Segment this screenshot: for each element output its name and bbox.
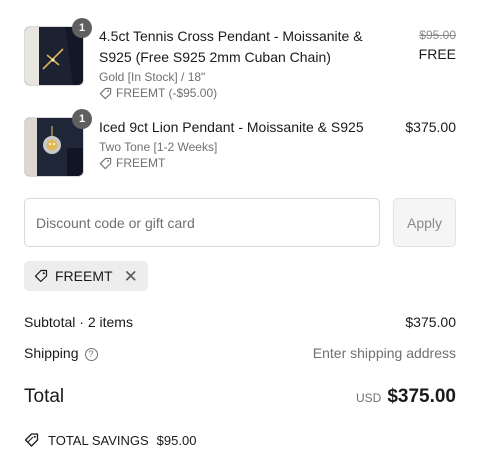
shipping-row: Shipping? Enter shipping address: [24, 344, 456, 362]
original-price: $95.00: [419, 28, 456, 42]
item-variant: Gold [In Stock] / 18": [99, 70, 206, 84]
savings-value: $95.00: [156, 432, 197, 448]
help-icon[interactable]: ?: [84, 347, 98, 361]
shipping-label: Shipping: [24, 345, 79, 361]
tag-icon: [34, 269, 48, 283]
applied-discount-chip: FREEMT ✕: [24, 261, 148, 291]
total-savings: TOTAL SAVINGS $95.00: [24, 432, 196, 448]
line-item: 1 Iced 9ct Lion Pendant - Moissanite & S…: [24, 109, 456, 177]
tag-icon: [99, 87, 112, 99]
discount-form: Apply: [24, 198, 456, 247]
savings-label: TOTAL SAVINGS: [48, 432, 149, 448]
item-discount-code: FREEMT (-$95.00): [116, 86, 218, 100]
total-label: Total: [24, 386, 65, 407]
item-discount: FREEMT: [99, 155, 389, 171]
subtotal-label: Subtotal · 2 items: [24, 314, 133, 330]
tag-icon: [24, 433, 39, 447]
total-value: $375.00: [387, 386, 456, 407]
discount-code-input[interactable]: [24, 198, 380, 247]
subtotal-value: $375.00: [405, 314, 456, 330]
final-price: FREE: [418, 46, 456, 62]
subtotal-row: Subtotal · 2 items $375.00: [24, 313, 456, 331]
item-title: 4.5ct Tennis Cross Pendant - Moissanite …: [99, 28, 363, 65]
remove-discount-icon[interactable]: ✕: [124, 268, 138, 285]
item-variant: Two Tone [1-2 Weeks]: [99, 140, 218, 154]
applied-discount-code: FREEMT: [55, 268, 113, 284]
shipping-label-group: Shipping?: [24, 345, 98, 361]
quantity-badge: 1: [72, 109, 92, 129]
total-row: Total USD $375.00: [24, 384, 456, 410]
currency-code: USD: [355, 391, 382, 405]
final-price: $375.00: [405, 119, 456, 135]
item-price: $95.00 FREE: [419, 26, 456, 64]
item-price: $375.00: [405, 117, 456, 137]
item-discount-code: FREEMT: [116, 156, 166, 170]
line-item: 1 4.5ct Tennis Cross Pendant - Moissanit…: [24, 18, 456, 102]
tag-icon: [99, 157, 112, 169]
item-title: Iced 9ct Lion Pendant - Moissanite & S92…: [99, 119, 364, 135]
shipping-value: Enter shipping address: [312, 345, 456, 361]
apply-button[interactable]: Apply: [393, 198, 456, 247]
item-discount: FREEMT (-$95.00): [99, 85, 389, 101]
total-amount-group: USD $375.00: [356, 386, 456, 408]
quantity-badge: 1: [72, 18, 92, 38]
